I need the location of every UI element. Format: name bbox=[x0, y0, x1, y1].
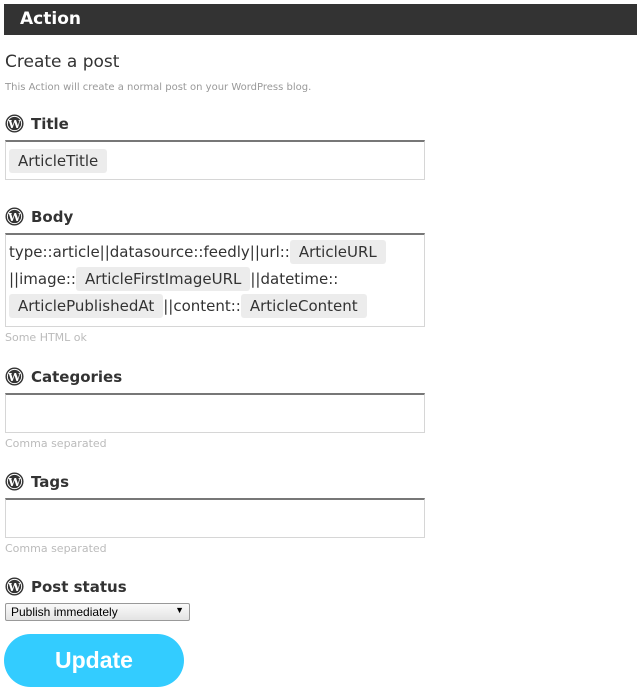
ingredient-pill[interactable]: ArticleURL bbox=[289, 240, 386, 264]
svg-text:W: W bbox=[7, 210, 21, 224]
title-label: W Title bbox=[5, 114, 69, 133]
svg-text:W: W bbox=[7, 475, 21, 489]
svg-text:W: W bbox=[7, 580, 21, 594]
tags-hint: Comma separated bbox=[5, 542, 107, 555]
wordpress-icon: W bbox=[5, 472, 24, 491]
body-label-text: Body bbox=[31, 207, 74, 226]
tags-input[interactable] bbox=[5, 498, 425, 538]
header-bar: Action bbox=[4, 4, 637, 35]
post-status-label: W Post status bbox=[5, 577, 127, 596]
tags-label: W Tags bbox=[5, 472, 69, 491]
svg-text:W: W bbox=[7, 370, 21, 384]
body-label: W Body bbox=[5, 207, 73, 226]
body-text-segment: ||image:: bbox=[9, 270, 76, 288]
dropdown-arrow-icon: ▼ bbox=[175, 605, 184, 615]
title-input[interactable]: ArticleTitle bbox=[5, 140, 425, 180]
title-label-text: Title bbox=[31, 114, 69, 133]
action-description: This Action will create a normal post on… bbox=[5, 82, 312, 93]
body-text-segment: ||content:: bbox=[163, 297, 241, 315]
svg-text:W: W bbox=[7, 117, 21, 131]
body-text-segment: ||datetime:: bbox=[250, 270, 339, 288]
wordpress-icon: W bbox=[5, 114, 24, 133]
categories-input[interactable] bbox=[5, 393, 425, 433]
header-title: Action bbox=[20, 9, 81, 29]
body-input[interactable]: type::article||datasource::feedly||url::… bbox=[5, 233, 425, 327]
body-text-segment: type::article||datasource::feedly||url:: bbox=[9, 243, 290, 261]
tags-label-text: Tags bbox=[31, 472, 70, 491]
categories-label: W Categories bbox=[5, 367, 122, 386]
action-title: Create a post bbox=[5, 52, 120, 72]
categories-hint: Comma separated bbox=[5, 437, 107, 450]
ingredient-pill[interactable]: ArticlePublishedAt bbox=[9, 294, 164, 318]
wordpress-icon: W bbox=[5, 367, 24, 386]
update-button[interactable]: Update bbox=[4, 634, 184, 687]
post-status-label-text: Post status bbox=[31, 577, 127, 596]
wordpress-icon: W bbox=[5, 577, 24, 596]
ingredient-pill[interactable]: ArticleTitle bbox=[9, 149, 108, 173]
body-hint: Some HTML ok bbox=[5, 331, 87, 344]
post-status-selected: Publish immediately bbox=[11, 605, 118, 619]
categories-label-text: Categories bbox=[31, 367, 123, 386]
wordpress-icon: W bbox=[5, 207, 24, 226]
ingredient-pill[interactable]: ArticleContent bbox=[240, 294, 367, 318]
post-status-select[interactable]: Publish immediately ▼ bbox=[5, 603, 190, 621]
ingredient-pill[interactable]: ArticleFirstImageURL bbox=[75, 267, 251, 291]
